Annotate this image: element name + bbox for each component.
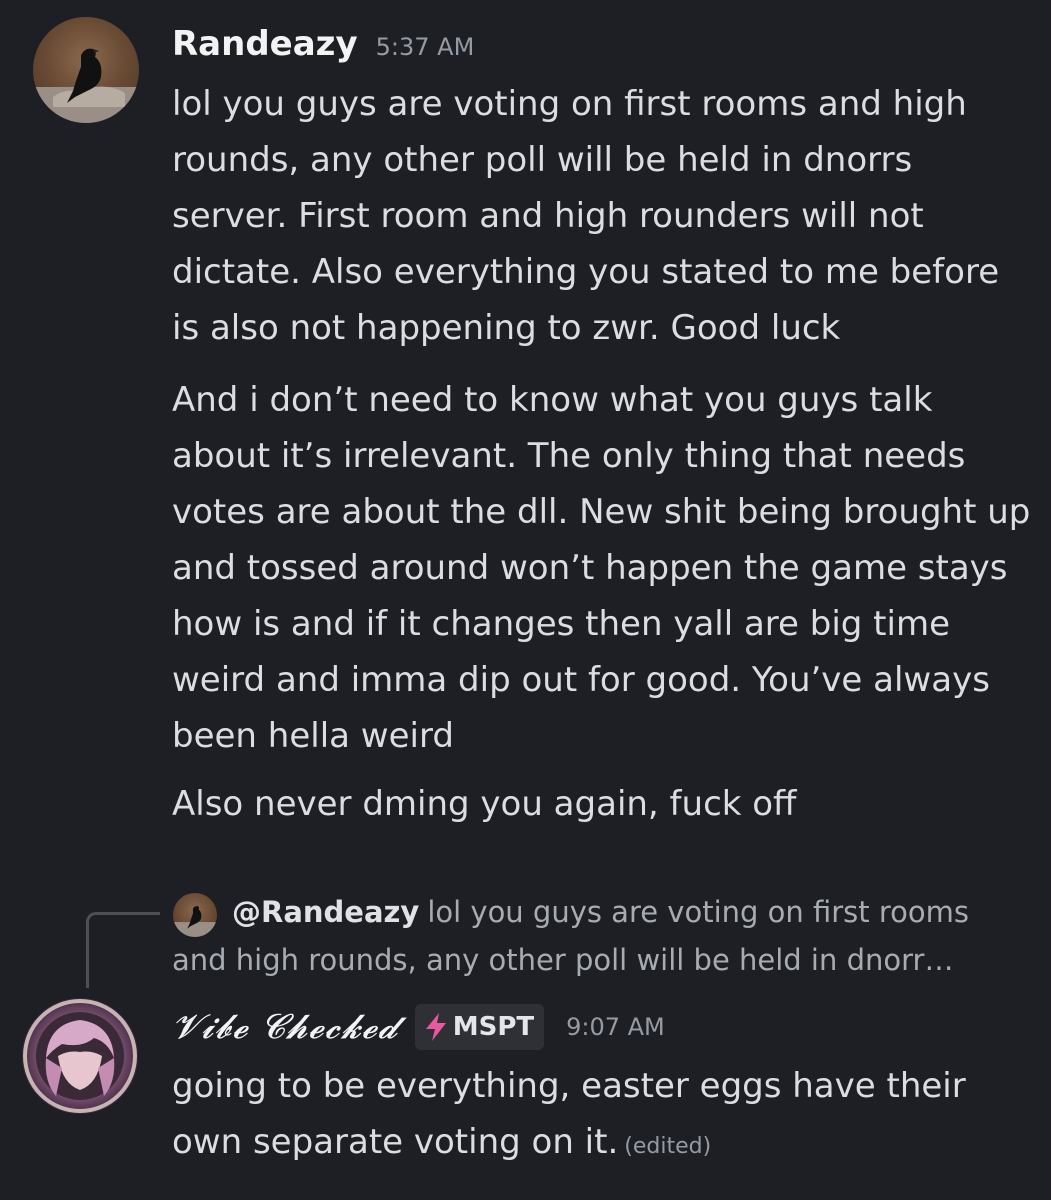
username[interactable]: 𝓥𝓲𝓫𝓮 𝓒𝓱𝓮𝓬𝓴𝓮𝓭 [172, 1007, 399, 1047]
reply-connector-line [86, 912, 160, 988]
avatar-randeazy[interactable] [33, 17, 139, 123]
timestamp[interactable]: 5:37 AM [376, 33, 475, 61]
lightning-bolt-icon [425, 1013, 446, 1041]
message-header: Randeazy 5:37 AM [172, 24, 474, 74]
avatar-vibe-checked[interactable] [22, 998, 138, 1114]
server-tag-label: MSPT [452, 1012, 535, 1042]
reply-preview[interactable]: @Randeazy lol you guys are voting on firs… [172, 888, 1032, 984]
message-body: going to be everything, easter eggs have… [172, 1066, 966, 1162]
message-paragraph: Also never dming you again, fuck off [172, 784, 797, 824]
message-paragraph: lol you guys are voting on first rooms a… [172, 84, 1000, 348]
timestamp[interactable]: 9:07 AM [566, 1013, 665, 1041]
reply-mention[interactable]: @Randeazy [232, 895, 419, 929]
username[interactable]: Randeazy [172, 24, 358, 64]
edited-label: (edited) [624, 1134, 712, 1159]
anime-girl-avatar-icon [23, 999, 137, 1113]
server-tag[interactable]: MSPT [414, 1004, 545, 1050]
message-text: going to be everything, easter eggs have… [172, 1058, 1032, 1175]
crow-avatar-icon [33, 48, 139, 123]
message-paragraph: And i don’t need to know what you guys t… [172, 380, 1031, 756]
message-header: 𝓥𝓲𝓫𝓮 𝓒𝓱𝓮𝓬𝓴𝓮𝓭 MSPT 9:07 AM [172, 1002, 665, 1052]
